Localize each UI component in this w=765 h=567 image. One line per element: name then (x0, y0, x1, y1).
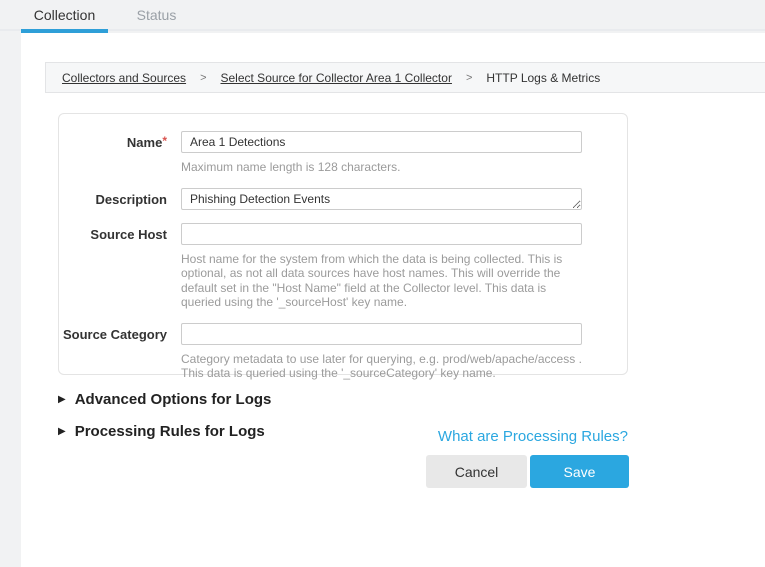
name-label: Name* (59, 131, 167, 175)
source-host-label: Source Host (59, 223, 167, 310)
advanced-options-section-title: Advanced Options for Logs (75, 391, 272, 408)
app-root: Collection Status Collectors and Sources… (0, 0, 765, 567)
breadcrumb-current-page: HTTP Logs & Metrics (486, 71, 600, 85)
source-category-label: Source Category (59, 323, 167, 381)
collapsed-arrow-icon: ▶ (58, 426, 66, 437)
description-field-control: Phishing Detection Events (181, 188, 582, 210)
name-field-row: Name* Maximum name length is 128 charact… (59, 131, 627, 175)
what-are-processing-rules-link[interactable]: What are Processing Rules? (438, 428, 628, 445)
name-help-text: Maximum name length is 128 characters. (181, 160, 582, 175)
save-button[interactable]: Save (530, 455, 629, 488)
tab-status[interactable]: Status (120, 0, 193, 29)
advanced-options-section-toggle[interactable]: ▶ Advanced Options for Logs (58, 391, 271, 408)
breadcrumb-separator-icon: > (200, 72, 206, 84)
name-field-control: Maximum name length is 128 characters. (181, 131, 582, 175)
tab-collection-label: Collection (34, 7, 95, 23)
tab-bar: Collection Status (0, 0, 765, 31)
source-host-help-text: Host name for the system from which the … (181, 252, 582, 310)
description-field-row: Description Phishing Detection Events (59, 188, 627, 210)
breadcrumb-select-source[interactable]: Select Source for Collector Area 1 Colle… (221, 71, 452, 85)
source-host-input[interactable] (181, 223, 582, 245)
breadcrumb-collectors-and-sources[interactable]: Collectors and Sources (62, 71, 186, 85)
source-category-field-control: Category metadata to use later for query… (181, 323, 582, 381)
source-form-card: Name* Maximum name length is 128 charact… (58, 113, 628, 375)
source-host-field-control: Host name for the system from which the … (181, 223, 582, 310)
source-host-field-row: Source Host Host name for the system fro… (59, 223, 627, 310)
description-textarea[interactable]: Phishing Detection Events (181, 188, 582, 210)
cancel-button[interactable]: Cancel (426, 455, 527, 488)
breadcrumb: Collectors and Sources > Select Source f… (45, 62, 765, 93)
source-category-field-row: Source Category Category metadata to use… (59, 323, 627, 381)
source-category-help-text: Category metadata to use later for query… (181, 352, 582, 381)
breadcrumb-separator-icon: > (466, 72, 472, 84)
required-asterisk: * (162, 134, 167, 148)
tab-collection[interactable]: Collection (21, 0, 108, 29)
processing-rules-section-title: Processing Rules for Logs (75, 423, 265, 440)
collapsed-arrow-icon: ▶ (58, 394, 66, 405)
tab-status-label: Status (137, 7, 177, 23)
name-input[interactable] (181, 131, 582, 153)
processing-rules-section-toggle[interactable]: ▶ Processing Rules for Logs (58, 423, 265, 440)
source-category-input[interactable] (181, 323, 582, 345)
description-label: Description (59, 188, 167, 210)
